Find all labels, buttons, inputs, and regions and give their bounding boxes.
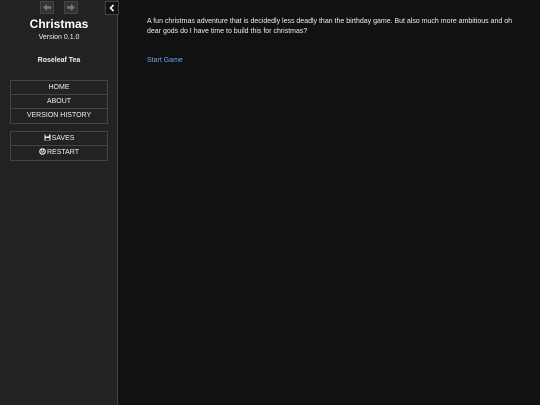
history-back-button[interactable] bbox=[40, 1, 54, 14]
passage-text: A fun christmas adventure that is decide… bbox=[147, 18, 512, 35]
history-forward-button[interactable] bbox=[64, 1, 78, 14]
story-menu: HOME ABOUT VERSION HISTORY bbox=[10, 80, 108, 124]
restart-icon bbox=[39, 148, 46, 155]
chevron-left-icon bbox=[109, 4, 115, 12]
story-author: Roseleaf Tea bbox=[37, 57, 81, 64]
restart-button[interactable]: RESTART bbox=[11, 146, 107, 160]
saves-label: SAVES bbox=[51, 135, 75, 142]
restart-label: RESTART bbox=[46, 149, 80, 156]
sidebar: Christmas Version 0.1.0 Roseleaf Tea HOM… bbox=[0, 0, 119, 405]
menu-item-home[interactable]: HOME bbox=[11, 81, 107, 95]
passage: A fun christmas adventure that is decide… bbox=[147, 17, 517, 66]
saves-button[interactable]: SAVES bbox=[11, 132, 107, 146]
save-icon bbox=[44, 134, 51, 141]
arrow-right-icon bbox=[67, 4, 75, 11]
menu-item-version-history[interactable]: VERSION HISTORY bbox=[11, 109, 107, 123]
story-title: Christmas bbox=[29, 17, 89, 31]
start-game-link[interactable]: Start Game bbox=[147, 56, 183, 66]
sidebar-toggle-button[interactable] bbox=[105, 1, 119, 15]
arrow-left-icon bbox=[43, 4, 51, 11]
story-version: Version 0.1.0 bbox=[38, 34, 80, 41]
menu-item-about[interactable]: ABOUT bbox=[11, 95, 107, 109]
core-menu: SAVES RESTART bbox=[10, 131, 108, 161]
